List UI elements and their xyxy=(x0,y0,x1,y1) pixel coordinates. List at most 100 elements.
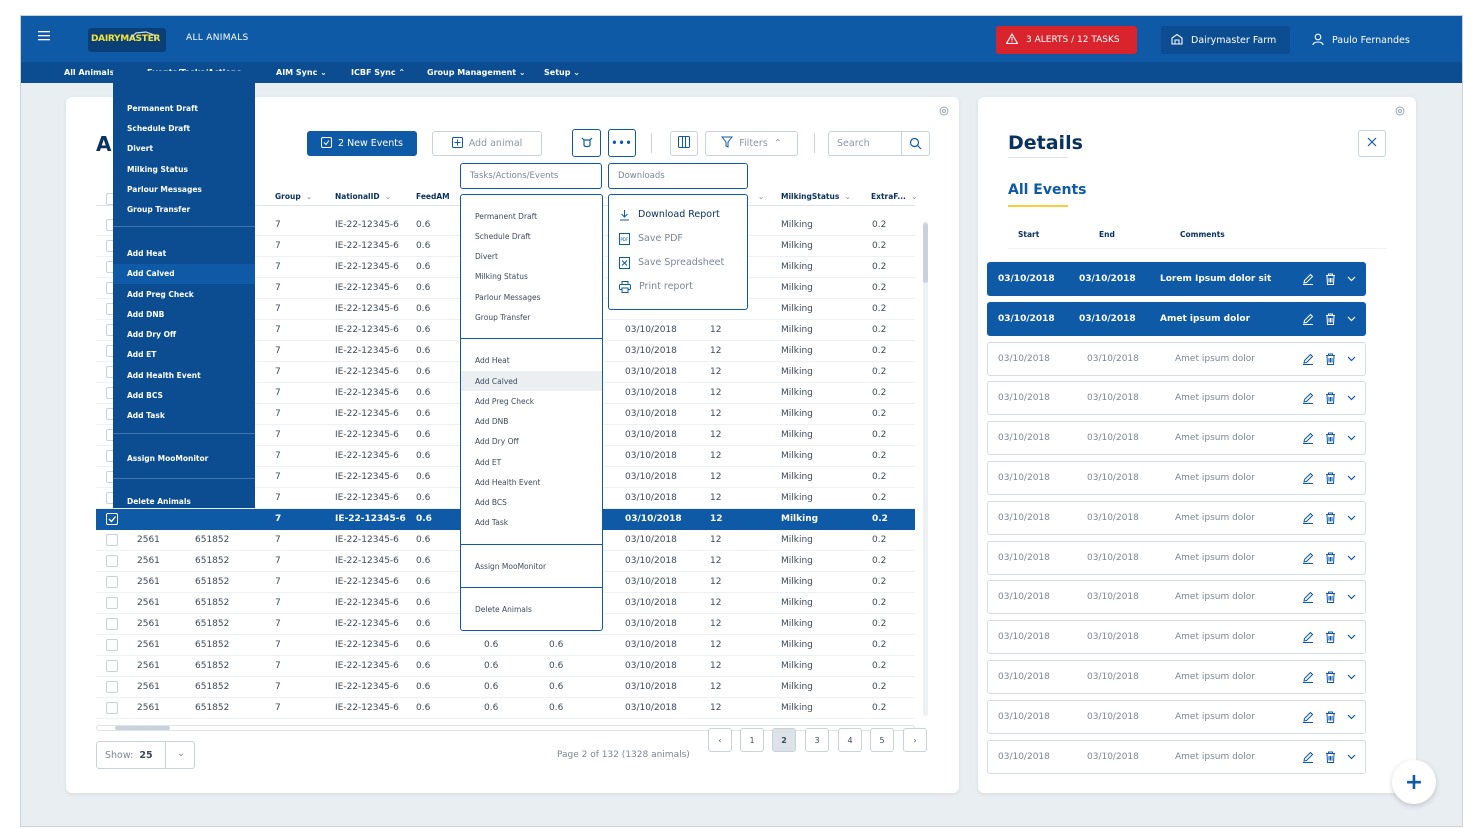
tasks-menu-item[interactable]: Add Heat xyxy=(475,356,510,365)
page-2-button[interactable]: 2 xyxy=(772,728,796,752)
edit-icon[interactable] xyxy=(1301,551,1315,565)
trash-icon[interactable] xyxy=(1323,391,1337,405)
dairymaster-logo[interactable]: DAIRYMASTER xyxy=(88,28,166,52)
tasks-delete-animals[interactable]: Delete Animals xyxy=(475,605,532,614)
download-report-item[interactable]: Download Report xyxy=(619,209,720,224)
tasks-menu-item[interactable]: Add ET xyxy=(475,458,501,467)
page-1-button[interactable]: 1 xyxy=(740,728,764,752)
trash-icon[interactable] xyxy=(1323,710,1337,724)
trash-icon[interactable] xyxy=(1323,670,1337,684)
row-checkbox[interactable] xyxy=(106,576,118,588)
page-4-button[interactable]: 4 xyxy=(838,728,862,752)
dark-menu-item[interactable]: Add BCS xyxy=(127,391,163,400)
tasks-menu-item[interactable]: Milking Status xyxy=(475,272,528,281)
add-animal-button[interactable]: Add animal xyxy=(432,131,542,156)
table-row[interactable]: 2561 651852 7 IE-22-12345-6 0.6 0.6 0.6 03/10/2… xyxy=(96,656,915,677)
event-row[interactable]: 03/10/2018 03/10/2018 Amet ipsum dolor xyxy=(987,700,1366,734)
trash-icon[interactable] xyxy=(1323,551,1337,565)
assign-moomonitor-item[interactable]: Assign MooMonitor xyxy=(127,454,208,463)
dark-menu-item[interactable]: Permanent Draft xyxy=(127,104,198,113)
col-sort-chevron[interactable]: ⌄ xyxy=(758,187,764,205)
event-row[interactable]: 03/10/2018 03/10/2018 Amet ipsum dolor xyxy=(987,580,1366,614)
tasks-menu-item[interactable]: Divert xyxy=(475,252,498,261)
edit-icon[interactable] xyxy=(1301,710,1315,724)
row-checkbox[interactable] xyxy=(106,660,118,672)
edit-icon[interactable] xyxy=(1301,750,1315,764)
delete-animals-item[interactable]: Delete Animals xyxy=(127,497,191,506)
vertical-scrollbar[interactable] xyxy=(923,221,928,716)
next-page-button[interactable]: › xyxy=(903,728,927,752)
event-row[interactable]: 03/10/2018 03/10/2018 Amet ipsum dolor xyxy=(987,501,1366,535)
dark-menu-item[interactable]: Add Heat xyxy=(127,249,166,258)
trash-icon[interactable] xyxy=(1323,471,1337,485)
tasks-menu-item[interactable]: Permanent Draft xyxy=(475,212,537,221)
farm-selector[interactable]: Dairymaster Farm xyxy=(1161,26,1290,54)
event-row[interactable]: 03/10/2018 03/10/2018 Amet ipsum dolor xyxy=(987,302,1366,336)
save-spreadsheet-item[interactable]: Save Spreadsheet xyxy=(619,257,724,272)
edit-icon[interactable] xyxy=(1301,272,1315,286)
row-checkbox[interactable] xyxy=(106,534,118,546)
search-box[interactable]: Search xyxy=(828,131,930,156)
trash-icon[interactable] xyxy=(1323,750,1337,764)
dark-menu-item[interactable]: Add Calved xyxy=(127,269,175,278)
chevron-down-icon[interactable] xyxy=(1344,391,1358,405)
row-checkbox[interactable] xyxy=(106,702,118,714)
trash-icon[interactable] xyxy=(1323,431,1337,445)
edit-icon[interactable] xyxy=(1301,431,1315,445)
nav-icbf-sync[interactable]: ICBF Sync ⌃ xyxy=(351,62,405,83)
event-row[interactable]: 03/10/2018 03/10/2018 Amet ipsum dolor xyxy=(987,740,1366,774)
row-checkbox[interactable] xyxy=(106,618,118,630)
event-row[interactable]: 03/10/2018 03/10/2018 Amet ipsum dolor xyxy=(987,620,1366,654)
chevron-down-icon[interactable] xyxy=(1344,511,1358,525)
columns-button[interactable] xyxy=(670,131,698,156)
edit-icon[interactable] xyxy=(1301,511,1315,525)
chevron-down-icon[interactable] xyxy=(1344,471,1358,485)
dark-menu-item[interactable]: Add Task xyxy=(127,411,165,420)
trash-icon[interactable] xyxy=(1323,312,1337,326)
col-milkingstatus[interactable]: MilkingStatus ⌄ xyxy=(781,187,851,205)
chevron-down-icon[interactable] xyxy=(1344,272,1358,286)
col-extraf[interactable]: ExtraF... ⌄ xyxy=(871,187,917,205)
edit-icon[interactable] xyxy=(1301,471,1315,485)
edit-icon[interactable] xyxy=(1301,590,1315,604)
tasks-menu-item[interactable]: Add Preg Check xyxy=(475,397,534,406)
tasks-menu-label[interactable]: Tasks/Actions/Events xyxy=(460,163,602,189)
row-checkbox[interactable] xyxy=(106,555,118,567)
chevron-down-icon[interactable] xyxy=(1344,710,1358,724)
downloads-menu-label[interactable]: Downloads xyxy=(608,163,748,189)
dark-menu-item[interactable]: Add Health Event xyxy=(127,371,201,380)
edit-icon[interactable] xyxy=(1301,391,1315,405)
table-row[interactable]: 2561 651852 7 IE-22-12345-6 0.6 0.6 0.6 03/10/2… xyxy=(96,698,915,719)
event-row[interactable]: 03/10/2018 03/10/2018 Amet ipsum dolor xyxy=(987,461,1366,495)
tasks-menu-item[interactable]: Add Calved xyxy=(475,377,518,386)
tasks-menu-item[interactable]: Schedule Draft xyxy=(475,232,531,241)
row-checkbox[interactable] xyxy=(106,639,118,651)
chevron-down-icon[interactable] xyxy=(1344,312,1358,326)
page-5-button[interactable]: 5 xyxy=(870,728,894,752)
details-settings-gear-icon[interactable] xyxy=(1394,105,1406,120)
alerts-button[interactable]: 3 ALERTS / 12 TASKS xyxy=(996,26,1137,54)
trash-icon[interactable] xyxy=(1323,630,1337,644)
more-options-button[interactable]: ••• xyxy=(608,129,636,157)
event-row[interactable]: 03/10/2018 03/10/2018 Amet ipsum dolor xyxy=(987,541,1366,575)
tasks-menu-item[interactable]: Add Task xyxy=(475,518,508,527)
event-row[interactable]: 03/10/2018 03/10/2018 Amet ipsum dolor xyxy=(987,660,1366,694)
page-size-select[interactable]: Show: 25 ⌄ xyxy=(96,741,195,769)
chevron-down-icon[interactable] xyxy=(1344,431,1358,445)
chevron-down-icon[interactable] xyxy=(1344,590,1358,604)
col-feedam[interactable]: FeedAM xyxy=(416,187,450,205)
dark-menu-item[interactable]: Milking Status xyxy=(127,165,188,174)
dark-menu-item[interactable]: Group Transfer xyxy=(127,205,190,214)
col-group[interactable]: Group ⌄ xyxy=(275,187,312,205)
dark-menu-item[interactable]: Add DNB xyxy=(127,310,164,319)
edit-icon[interactable] xyxy=(1301,670,1315,684)
add-fab-button[interactable]: + xyxy=(1392,760,1436,804)
edit-icon[interactable] xyxy=(1301,352,1315,366)
filters-button[interactable]: Filters ⌃ xyxy=(705,131,798,156)
row-checkbox[interactable] xyxy=(106,681,118,693)
hamburger-menu-icon[interactable] xyxy=(38,31,50,43)
chevron-down-icon[interactable] xyxy=(1344,352,1358,366)
trash-icon[interactable] xyxy=(1323,272,1337,286)
tasks-menu-item[interactable]: Add Health Event xyxy=(475,478,540,487)
save-pdf-item[interactable]: PDF Save PDF xyxy=(619,233,683,248)
